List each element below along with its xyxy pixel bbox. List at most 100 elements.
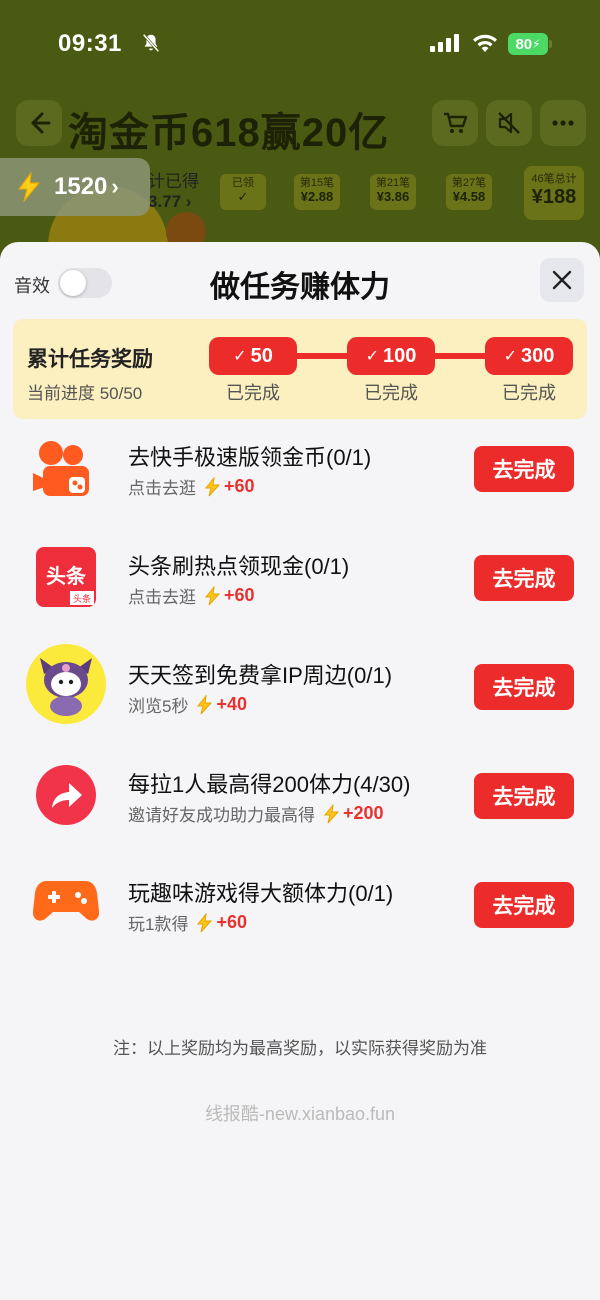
task-row: 玩趣味游戏得大额体力(0/1) 玩1款得 +60 去完成: [0, 858, 600, 967]
bg-step: 第27笔 ¥4.58: [446, 174, 492, 210]
more-button[interactable]: [540, 100, 586, 146]
sheet-title: 做任务赚体力: [210, 271, 390, 304]
speaker-muted-icon: [498, 112, 520, 134]
close-icon: [552, 270, 572, 290]
coin-balance: 1520: [54, 173, 108, 200]
task-subtitle-text: 邀请好友成功助力最高得: [128, 806, 315, 825]
bg-step-amount: ¥3.86: [376, 189, 410, 204]
status-time: 09:31: [58, 30, 122, 57]
milestone-badge: ✓ 50: [209, 337, 297, 375]
battery-tip: [549, 40, 552, 48]
reward-title: 累计任务奖励: [27, 348, 153, 371]
toutiao-badge-small-text: 头条: [73, 593, 91, 605]
back-button[interactable]: [16, 100, 62, 146]
reward-progress: 当前进度 50/50: [27, 384, 143, 403]
task-reward: +200: [343, 803, 384, 823]
page-title: 淘金币618赢20亿: [68, 111, 390, 155]
task-subtitle-text: 点击去逛: [128, 479, 196, 498]
task-reward: +60: [224, 585, 255, 605]
lightning-bolt-icon: [204, 476, 221, 496]
task-row: 头条 头条 头条刷热点领现金(0/1) 点击去逛 +60 去完成: [0, 531, 600, 640]
bg-progress-label-line2: 3.77 ›: [148, 192, 192, 211]
back-arrow-icon: [31, 112, 51, 134]
bg-step-amount: ¥4.58: [452, 189, 486, 204]
more-dots-icon: [552, 120, 574, 126]
battery-level: 80: [515, 35, 533, 53]
close-button[interactable]: [540, 258, 584, 302]
milestone-value: 300: [521, 344, 555, 367]
task-reward: +60: [216, 912, 248, 932]
lightning-bolt-icon: [323, 803, 340, 823]
bg-progress-label-line1: 计已得: [148, 172, 199, 191]
milestone-status: 已完成: [226, 383, 280, 403]
milestone-badge: ✓ 300: [485, 337, 573, 375]
milestone-status: 已完成: [502, 383, 556, 403]
task-go-button[interactable]: 去完成: [474, 773, 574, 819]
bg-step: 第15笔 ¥2.88: [294, 174, 340, 210]
check-icon: ✓: [233, 348, 247, 365]
milestone-badge: ✓ 100: [347, 337, 435, 375]
task-subtitle: 浏览5秒 +40: [128, 692, 247, 717]
bg-step: 第21笔 ¥3.86: [370, 174, 416, 210]
bg-final-step-amount: ¥188: [531, 186, 577, 208]
lightning-bolt-icon: [197, 912, 213, 932]
lightning-bolt-icon: [197, 694, 213, 714]
task-subtitle: 邀请好友成功助力最高得 +200: [128, 801, 384, 826]
toutiao-icon: 头条 头条: [26, 537, 106, 617]
task-go-button[interactable]: 去完成: [474, 664, 574, 710]
bg-final-step-label: 46笔总计: [531, 173, 577, 185]
status-bar: 09:31 80 ⚡: [0, 0, 600, 90]
bg-progress-label: 计已得 3.77 ›: [148, 172, 199, 212]
task-row: 天天签到免费拿IP周边(0/1) 浏览5秒 +40 去完成: [0, 640, 600, 749]
bg-step-amount: ¥2.88: [300, 189, 334, 204]
bell-muted-icon: [142, 33, 160, 53]
task-title: 玩趣味游戏得大额体力(0/1): [128, 881, 394, 906]
coin-balance-pill[interactable]: 1520 ›: [0, 158, 150, 216]
reward-note: 注：以上奖励均为最高奖励，以实际获得奖励为准: [113, 1039, 487, 1058]
bg-final-step: 46笔总计 ¥188: [524, 166, 584, 220]
gamepad-icon: [26, 860, 106, 940]
background-app: 09:31 80 ⚡ 淘金币618赢20亿 计已得 3.77 › 已领 ✓ 第1…: [0, 0, 600, 260]
task-title: 天天签到免费拿IP周边(0/1): [128, 663, 393, 688]
battery-indicator: 80 ⚡: [508, 33, 548, 55]
task-row: 去快手极速版领金币(0/1) 点击去逛 +60 去完成: [0, 422, 600, 531]
task-title: 头条刷热点领现金(0/1): [128, 554, 350, 579]
bg-cash-progress: 计已得 3.77 › 已领 ✓ 第15笔 ¥2.88 第21笔 ¥3.86 第2…: [148, 166, 600, 230]
task-subtitle-text: 点击去逛: [128, 588, 196, 607]
milestone-value: 50: [250, 344, 273, 367]
share-icon: [26, 755, 106, 835]
cart-button[interactable]: [432, 100, 478, 146]
task-subtitle-text: 玩1款得: [128, 915, 189, 934]
task-go-button[interactable]: 去完成: [474, 555, 574, 601]
watermark: 线报酷-new.xianbao.fun: [204, 1104, 396, 1124]
task-sheet: 音效 做任务赚体力 累计任务奖励 当前进度 50/50 ✓ 50 已完成 ✓ 1…: [0, 242, 600, 1300]
milestone-status: 已完成: [364, 383, 418, 403]
task-subtitle-text: 浏览5秒: [128, 697, 189, 716]
check-icon: ✓: [365, 348, 380, 365]
toutiao-badge-text: 头条: [46, 564, 87, 588]
task-subtitle: 点击去逛 +60: [128, 474, 255, 499]
bg-step-amount: ✓: [237, 189, 249, 204]
lightning-bolt-icon: [204, 585, 221, 605]
task-subtitle: 点击去逛 +60: [128, 583, 255, 608]
task-reward: +40: [216, 694, 248, 714]
check-icon: ✓: [503, 348, 518, 365]
task-go-button[interactable]: 去完成: [474, 446, 574, 492]
cumulative-reward-box: 累计任务奖励 当前进度 50/50 ✓ 50 已完成 ✓ 100 已完成 ✓ 3…: [13, 319, 587, 419]
chevron-right-icon: ›: [111, 174, 119, 199]
task-go-button[interactable]: 去完成: [474, 882, 574, 928]
task-title: 去快手极速版领金币(0/1): [128, 445, 372, 470]
task-title: 每拉1人最高得200体力(4/30): [128, 772, 411, 797]
task-list: 去快手极速版领金币(0/1) 点击去逛 +60 去完成 头条 头条 头条刷热点领…: [0, 422, 600, 967]
cart-icon: [444, 112, 468, 133]
kuromi-avatar: [26, 644, 106, 724]
signal-icon: [430, 34, 459, 52]
bg-step: 已领 ✓: [220, 174, 266, 210]
kuaishou-icon: [26, 430, 106, 510]
task-reward: +60: [224, 476, 255, 496]
wifi-icon: [473, 34, 497, 52]
task-row: 每拉1人最高得200体力(4/30) 邀请好友成功助力最高得 +200 去完成: [0, 749, 600, 858]
mute-button[interactable]: [486, 100, 532, 146]
milestone-value: 100: [383, 344, 417, 367]
app-header: 淘金币618赢20亿: [0, 92, 600, 162]
